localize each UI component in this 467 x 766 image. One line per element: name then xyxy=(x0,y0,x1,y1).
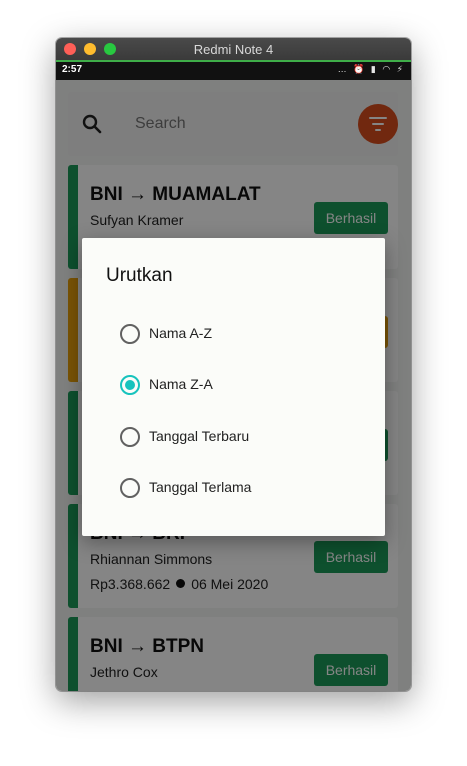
status-time: 2:57 xyxy=(62,64,83,75)
sort-option-label: Tanggal Terlama xyxy=(149,479,252,495)
window-titlebar: Redmi Note 4 xyxy=(56,38,411,60)
app-screen: Search BNI → MUAMALATSufyan KramerRp1.11… xyxy=(56,80,411,691)
sort-dialog: Urutkan Nama A-Z Nama Z-A Tanggal Terbaru T… xyxy=(82,238,385,536)
radio-selected-icon[interactable] xyxy=(120,375,140,395)
sort-option-label: Nama Z-A xyxy=(149,376,213,392)
emulator-window: Redmi Note 4 2:57 … ⏰ ▮ ◠ ⚡ Search BNI →… xyxy=(56,38,411,691)
radio-unselected-icon[interactable] xyxy=(120,324,140,344)
sort-option-label: Nama A-Z xyxy=(149,325,213,341)
sort-option-label: Tanggal Terbaru xyxy=(149,428,250,444)
sort-dialog-title: Urutkan xyxy=(106,265,173,286)
window-title: Redmi Note 4 xyxy=(193,42,274,57)
radio-unselected-icon[interactable] xyxy=(120,478,140,498)
status-icons: … ⏰ ▮ ◠ ⚡ xyxy=(337,64,405,74)
android-status-bar: 2:57 … ⏰ ▮ ◠ ⚡ xyxy=(56,60,411,80)
radio-unselected-icon[interactable] xyxy=(120,427,140,447)
